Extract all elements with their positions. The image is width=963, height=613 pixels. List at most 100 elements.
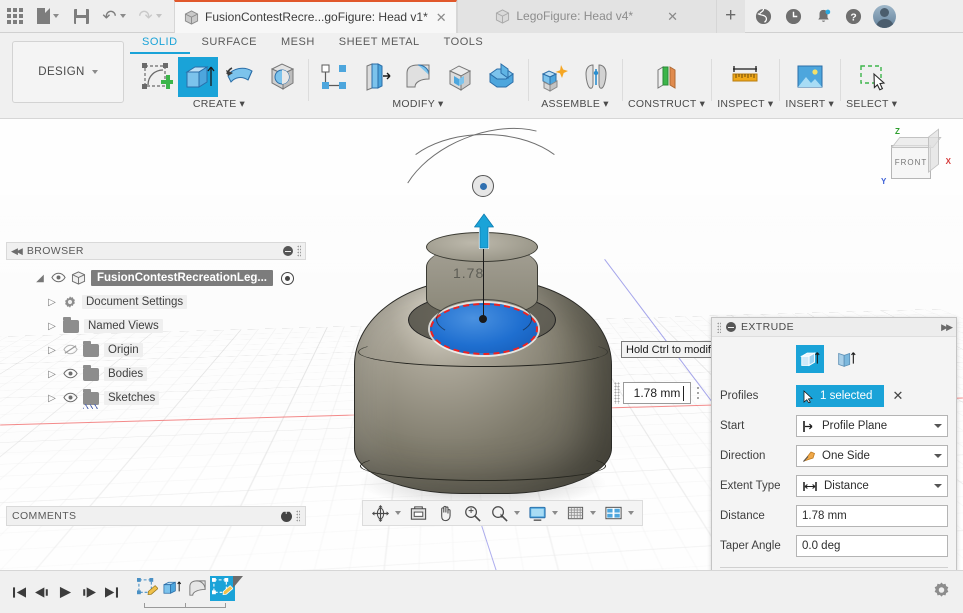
view-cube-front-face[interactable]: FRONT xyxy=(891,145,931,179)
joint-icon[interactable] xyxy=(576,57,616,97)
zoom-window-icon[interactable] xyxy=(487,502,523,524)
tab-solid[interactable]: SOLID xyxy=(130,36,190,54)
resize-grip-icon[interactable] xyxy=(297,245,301,257)
look-at-icon[interactable] xyxy=(406,502,431,524)
tree-node-root[interactable]: ◢ FusionContestRecreationLeg... xyxy=(6,266,306,290)
timeline-go-end-icon[interactable] xyxy=(100,571,123,613)
extrude-profile-icon[interactable] xyxy=(796,345,824,373)
expand-triangle-icon[interactable]: ▷ xyxy=(46,345,58,356)
profiles-selection-chip[interactable]: 1 selected xyxy=(796,385,885,407)
rotation-handle[interactable] xyxy=(472,175,494,197)
new-tab-button[interactable]: + xyxy=(716,0,745,33)
extrude-surface-icon[interactable] xyxy=(832,345,860,373)
timeline-go-start-icon[interactable] xyxy=(8,571,31,613)
expand-triangle-icon[interactable]: ▷ xyxy=(46,297,58,308)
timeline-feature-sketch-active[interactable] xyxy=(210,576,235,601)
collapse-icon[interactable] xyxy=(726,322,736,332)
apps-grid-icon[interactable] xyxy=(0,0,30,33)
timeline-feature-sketch[interactable] xyxy=(135,576,160,601)
tree-node-bodies[interactable]: ▷ Bodies xyxy=(6,362,306,386)
zoom-icon[interactable] xyxy=(460,502,485,524)
3d-viewport[interactable]: 1.78 Hold Ctrl to modify selection 1.78 … xyxy=(0,119,963,570)
drag-grip-icon[interactable] xyxy=(717,321,721,333)
combine-icon[interactable] xyxy=(482,57,522,97)
grid-snap-icon[interactable] xyxy=(563,502,599,524)
add-comment-icon[interactable] xyxy=(281,507,292,522)
document-tab-inactive[interactable]: LegoFigure: Head v4* ✕ xyxy=(456,0,717,33)
insert-image-icon[interactable] xyxy=(790,57,830,97)
tab-surface[interactable]: SURFACE xyxy=(190,36,269,54)
extrude-dialog-header[interactable]: EXTRUDE ▶▶ xyxy=(712,318,956,337)
extrude-direction-arrow[interactable] xyxy=(473,212,495,250)
expand-triangle-icon[interactable]: ▷ xyxy=(46,393,58,404)
ribbon-group-label[interactable]: ASSEMBLE ▾ xyxy=(541,98,609,110)
ribbon-group-label[interactable]: SELECT ▾ xyxy=(846,98,897,110)
timeline-step-forward-icon[interactable] xyxy=(77,571,100,613)
activate-component-icon[interactable] xyxy=(280,271,294,285)
orbit-icon[interactable] xyxy=(368,502,404,524)
notification-bell-icon[interactable] xyxy=(809,0,839,33)
pattern-icon[interactable] xyxy=(314,57,354,97)
globe-icon[interactable] xyxy=(749,0,779,33)
visibility-eye-off-icon[interactable] xyxy=(63,344,78,356)
tab-tools[interactable]: TOOLS xyxy=(432,36,496,54)
clock-icon[interactable] xyxy=(779,0,809,33)
ribbon-group-label[interactable]: CONSTRUCT ▾ xyxy=(628,98,705,110)
tree-node-sketches[interactable]: ▷ Sketches xyxy=(6,386,306,410)
extrude-icon[interactable] xyxy=(178,57,218,97)
close-icon[interactable]: ✕ xyxy=(667,10,678,23)
expand-triangle-icon[interactable]: ▷ xyxy=(46,321,58,332)
timeline-play-icon[interactable] xyxy=(54,571,77,613)
ribbon-group-label[interactable]: INSPECT ▾ xyxy=(717,98,773,110)
timeline-feature-fillet[interactable] xyxy=(185,576,210,601)
create-sketch-icon[interactable] xyxy=(136,57,176,97)
distance-input[interactable]: 1.78 mm xyxy=(796,505,948,527)
tab-mesh[interactable]: MESH xyxy=(269,36,327,54)
ribbon-group-label[interactable]: INSERT ▾ xyxy=(785,98,834,110)
chevron-down-icon[interactable] xyxy=(934,424,942,428)
minimize-icon[interactable] xyxy=(283,246,293,256)
clear-selection-icon[interactable]: ✕ xyxy=(892,388,903,404)
press-pull-icon[interactable] xyxy=(356,57,396,97)
ribbon-group-label[interactable]: CREATE ▾ xyxy=(193,98,245,110)
drag-grip-icon[interactable] xyxy=(614,382,620,404)
redo-icon[interactable]: ↷ xyxy=(132,0,168,33)
chevron-down-icon[interactable] xyxy=(934,454,942,458)
timeline-end-marker[interactable] xyxy=(233,576,243,588)
extent-type-dropdown[interactable]: Distance xyxy=(796,475,948,497)
document-tab-active[interactable]: FusionContestRecre...goFigure: Head v1* … xyxy=(174,0,457,33)
visibility-eye-icon[interactable] xyxy=(63,392,78,404)
visibility-eye-icon[interactable] xyxy=(63,368,78,380)
comments-panel[interactable]: COMMENTS xyxy=(6,506,306,526)
visibility-eye-icon[interactable] xyxy=(51,272,66,284)
save-icon[interactable] xyxy=(66,0,96,33)
shell-icon[interactable] xyxy=(440,57,480,97)
expand-triangle-icon[interactable]: ▷ xyxy=(46,369,58,380)
close-icon[interactable]: ✕ xyxy=(436,11,447,24)
chevron-down-icon[interactable] xyxy=(934,484,942,488)
start-dropdown[interactable]: Profile Plane xyxy=(796,415,948,437)
revolve-icon[interactable] xyxy=(220,57,260,97)
new-component-icon[interactable] xyxy=(534,57,574,97)
undo-icon[interactable]: ↶ xyxy=(96,0,132,33)
timeline-step-back-icon[interactable] xyxy=(31,571,54,613)
account-avatar[interactable] xyxy=(869,0,901,33)
sweep-icon[interactable] xyxy=(262,57,302,97)
view-cube[interactable]: FRONT Z X Y xyxy=(873,125,953,199)
fillet-icon[interactable] xyxy=(398,57,438,97)
lego-head-model[interactable]: 1.78 xyxy=(340,119,630,519)
tab-sheet-metal[interactable]: SHEET METAL xyxy=(327,36,432,54)
tree-node-document-settings[interactable]: ▷ Document Settings xyxy=(6,290,306,314)
help-icon[interactable]: ? xyxy=(839,0,869,33)
distance-inline-input[interactable]: 1.78 mm xyxy=(623,382,691,404)
tree-node-named-views[interactable]: ▷ Named Views xyxy=(6,314,306,338)
viewports-icon[interactable] xyxy=(601,502,637,524)
select-icon[interactable] xyxy=(852,57,892,97)
expand-arrows-icon[interactable]: ▶▶ xyxy=(941,322,953,333)
collapse-icon[interactable]: ◀◀ xyxy=(11,246,23,257)
dimension-input-group[interactable]: 1.78 mm xyxy=(614,382,702,404)
resize-grip-icon[interactable] xyxy=(296,510,300,522)
timeline-feature-extrude[interactable] xyxy=(160,576,185,601)
pan-hand-icon[interactable] xyxy=(433,502,458,524)
ribbon-group-label[interactable]: MODIFY ▾ xyxy=(392,98,443,110)
